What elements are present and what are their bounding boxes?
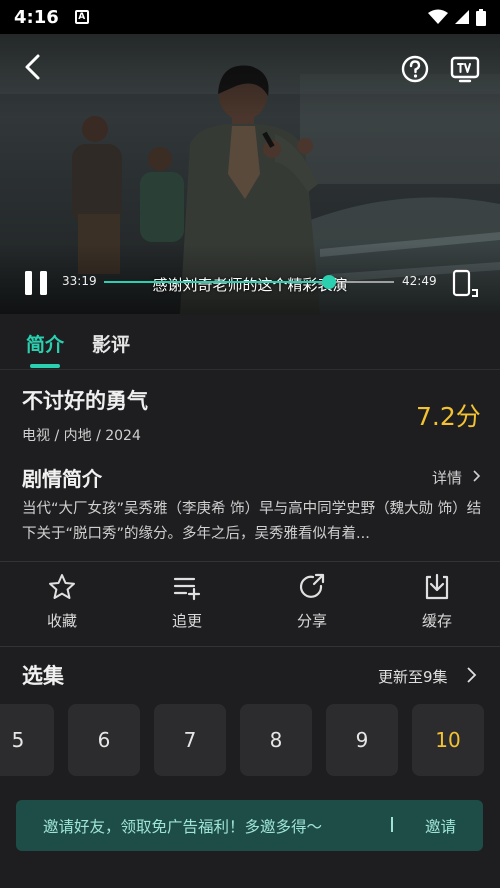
action-bar: 收藏 追更 分享 缓存 <box>0 561 500 647</box>
progress-fill <box>104 281 330 283</box>
episodes-heading: 选集 <box>22 664 64 688</box>
tv-cast-icon[interactable] <box>450 54 480 84</box>
cache-button[interactable]: 缓存 <box>397 572 477 640</box>
pause-icon[interactable] <box>22 268 50 298</box>
cache-label: 缓存 <box>421 612 452 630</box>
invite-divider <box>391 817 393 832</box>
episode-item[interactable]: 9 <box>326 704 398 776</box>
status-time: 4:16 <box>14 6 59 28</box>
invite-button[interactable]: 邀请 <box>425 815 456 837</box>
follow-updates-button[interactable]: 追更 <box>147 572 227 640</box>
plot-heading: 剧情简介 <box>22 467 102 491</box>
episode-list: 5 6 7 8 9 10 <box>0 704 500 776</box>
favorite-button[interactable]: 收藏 <box>22 572 102 640</box>
chevron-right-icon[interactable] <box>470 469 482 483</box>
tab-intro[interactable]: 简介 <box>26 330 64 357</box>
progress-track[interactable] <box>104 275 394 289</box>
episode-item[interactable]: 7 <box>154 704 226 776</box>
share-label: 分享 <box>296 612 327 630</box>
help-icon[interactable] <box>400 54 430 84</box>
show-meta: 电视 / 内地 / 2024 <box>22 428 141 444</box>
progress-thumb[interactable] <box>322 275 337 289</box>
player-top-bar <box>0 34 500 104</box>
episode-item[interactable]: 5 <box>0 704 54 776</box>
back-arrow-icon[interactable] <box>18 52 48 82</box>
episode-item[interactable]: 8 <box>240 704 312 776</box>
detail-tabs: 简介 影评 <box>0 314 500 370</box>
current-time: 33:19 <box>62 274 97 288</box>
invite-banner[interactable]: 邀请好友，领取免广告福利！多邀多得～ 邀请 <box>16 800 483 851</box>
invite-text: 邀请好友，领取免广告福利！多邀多得～ <box>43 818 323 836</box>
status-bar: 4:16 A <box>0 0 500 34</box>
battery-icon <box>476 8 486 26</box>
follow-updates-label: 追更 <box>171 612 202 630</box>
episode-item-current[interactable]: 10 <box>412 704 484 776</box>
star-icon <box>49 574 75 599</box>
episode-item[interactable]: 6 <box>68 704 140 776</box>
episodes-update-status[interactable]: 更新至9集 <box>378 666 448 687</box>
active-tab-indicator <box>30 364 60 368</box>
chevron-right-icon[interactable] <box>464 666 478 684</box>
episodes-header: 选集 更新至9集 <box>0 648 500 702</box>
plot-detail-link[interactable]: 详情 <box>432 467 462 488</box>
show-score: 7.2分 <box>416 402 481 431</box>
total-time: 42:49 <box>402 274 437 288</box>
download-icon <box>425 573 449 600</box>
tab-reviews[interactable]: 影评 <box>92 330 130 357</box>
show-title: 不讨好的勇气 <box>22 389 148 413</box>
show-info: 不讨好的勇气 电视 / 内地 / 2024 7.2分 剧情简介 详情 当代“大厂… <box>0 371 500 561</box>
share-icon <box>299 573 325 598</box>
rotate-screen-icon[interactable] <box>450 268 480 298</box>
plot-summary: 当代“大厂女孩”吴秀雅（李庚希 饰）早与高中同学史野（魏大勋 饰）结下关于“脱口… <box>22 501 482 542</box>
keyboard-indicator-icon: A <box>74 10 89 24</box>
player-controls: 33:19 42:49 <box>0 264 500 304</box>
video-player[interactable]: 感谢刘奇老师的这个精彩表演 33:19 42:49 <box>0 34 500 314</box>
wifi-icon <box>428 9 448 24</box>
signal-icon <box>455 10 469 24</box>
favorite-label: 收藏 <box>46 612 77 630</box>
playlist-add-icon <box>173 577 201 601</box>
share-button[interactable]: 分享 <box>272 572 352 640</box>
